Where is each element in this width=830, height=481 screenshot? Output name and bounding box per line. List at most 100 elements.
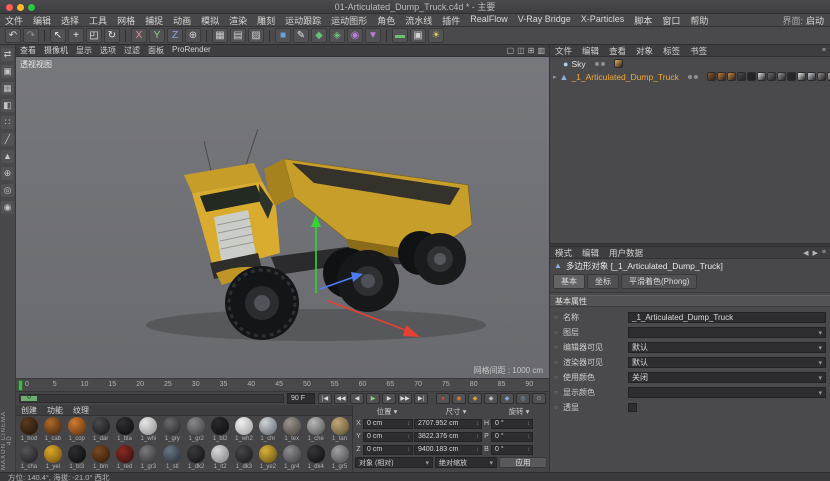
panel-options-icon[interactable]: ≡ — [822, 47, 826, 54]
material-item[interactable]: 1_cha — [17, 444, 41, 472]
tab-basic[interactable]: 基本 — [553, 274, 585, 289]
environment-icon[interactable]: ▬ — [392, 28, 408, 43]
key-dot[interactable]: ○ — [554, 345, 560, 351]
material-preview-sphere[interactable] — [331, 417, 349, 435]
key-dot[interactable]: ○ — [554, 330, 560, 336]
rotation-b-field[interactable]: 0 °↕ — [491, 445, 533, 455]
move-tool-icon[interactable]: + — [68, 28, 84, 43]
attribute-menu[interactable]: 模式 — [550, 247, 577, 259]
object-manager-menu[interactable]: 标签 — [658, 45, 685, 57]
apply-button[interactable]: 应用 — [499, 457, 547, 468]
object-manager-menu[interactable]: 对象 — [631, 45, 658, 57]
coordinate-system-icon[interactable]: ⊕ — [185, 28, 201, 43]
material-item[interactable]: 1_wh2 — [232, 416, 256, 444]
layer-select[interactable]: ▾ — [628, 327, 826, 338]
view-layout-single-icon[interactable]: ▢ — [507, 46, 515, 55]
object-name[interactable]: _1_Articulated_Dump_Truck — [571, 72, 678, 82]
material-preview-sphere[interactable] — [235, 445, 253, 463]
material-preview-sphere[interactable] — [259, 417, 277, 435]
texture-tag-icon[interactable] — [717, 72, 726, 81]
key-dot[interactable]: ○ — [554, 405, 560, 411]
render-region-icon[interactable]: ▤ — [230, 28, 246, 43]
goto-end-button[interactable]: ▶| — [414, 393, 428, 404]
object-manager-menu[interactable]: 查看 — [604, 45, 631, 57]
material-item[interactable]: 1_che — [304, 416, 328, 444]
subdivision-surface-icon[interactable]: ◆ — [311, 28, 327, 43]
keyframe-selection-button[interactable]: ⊙ — [532, 393, 546, 404]
texture-tag-icon[interactable] — [737, 72, 746, 81]
material-preview-sphere[interactable] — [92, 445, 110, 463]
menubar-item[interactable]: 动画 — [168, 14, 196, 27]
mograph-icon[interactable]: ◉ — [347, 28, 363, 43]
material-item[interactable]: 1_cab — [41, 416, 65, 444]
redo-icon[interactable]: ↷ — [23, 28, 39, 43]
visibility-dot-renderer[interactable] — [694, 75, 698, 79]
material-preview-sphere[interactable] — [44, 445, 62, 463]
interface-selector[interactable]: 界面: 启动 — [782, 14, 830, 27]
position-x-field[interactable]: 0 cm↕ — [363, 419, 413, 429]
viewport-menu[interactable]: 查看 — [16, 45, 40, 56]
material-menu[interactable]: 纹理 — [68, 405, 94, 416]
material-item[interactable]: 1_bod — [17, 416, 41, 444]
material-preview-sphere[interactable] — [116, 445, 134, 463]
material-item[interactable]: 1_whi — [136, 416, 160, 444]
generator-icon[interactable]: ◈ — [329, 28, 345, 43]
view-label[interactable]: 透视视图 — [20, 59, 52, 70]
material-item[interactable]: 1_gr2 — [184, 416, 208, 444]
menubar-item[interactable]: 选择 — [56, 14, 84, 27]
menubar-item[interactable]: X-Particles — [576, 14, 630, 27]
visible-renderer-select[interactable]: 默认▾ — [628, 357, 826, 368]
timeline-ruler[interactable]: 05101520253035404550556065707580859095 — [16, 378, 549, 391]
menubar-item[interactable]: 工具 — [84, 14, 112, 27]
menubar-item[interactable]: 模拟 — [196, 14, 224, 27]
object-row[interactable]: ▸▲_1_Articulated_Dump_Truck — [550, 70, 830, 83]
object-name[interactable]: Sky — [571, 59, 585, 69]
key-dot[interactable]: ○ — [554, 390, 560, 396]
material-item[interactable]: 1_chr — [256, 416, 280, 444]
object-manager-menu[interactable]: 文件 — [550, 45, 577, 57]
live-selection-icon[interactable]: ↖ — [50, 28, 66, 43]
spline-pen-icon[interactable]: ✎ — [293, 28, 309, 43]
menubar-item[interactable]: 窗口 — [657, 14, 685, 27]
material-menu[interactable]: 创建 — [16, 405, 42, 416]
panel-options-icon[interactable]: ≡ — [822, 249, 826, 257]
material-item[interactable]: 1_ye2 — [256, 444, 280, 472]
material-preview-sphere[interactable] — [307, 417, 325, 435]
texture-tag-icon[interactable] — [787, 72, 796, 81]
primitive-cube-icon[interactable]: ■ — [275, 28, 291, 43]
rotate-tool-icon[interactable]: ↻ — [104, 28, 120, 43]
x-axis-lock-icon[interactable]: X — [131, 28, 147, 43]
material-item[interactable]: 1_dk4 — [304, 444, 328, 472]
timeline-slider[interactable]: 0 — [19, 394, 284, 403]
position-y-field[interactable]: 0 cm↕ — [363, 432, 413, 442]
goto-start-button[interactable]: |◀ — [318, 393, 332, 404]
material-menu[interactable]: 功能 — [42, 405, 68, 416]
prev-key-button[interactable]: ◀◀ — [334, 393, 348, 404]
stepper-icon[interactable]: ↕ — [407, 421, 410, 427]
material-preview-sphere[interactable] — [283, 445, 301, 463]
material-item[interactable]: 1_gry — [160, 416, 184, 444]
material-preview-sphere[interactable] — [92, 417, 110, 435]
material-preview-sphere[interactable] — [44, 417, 62, 435]
attribute-menu[interactable]: 用户数据 — [604, 247, 648, 259]
size-x-field[interactable]: 2707.952 cm↕ — [414, 419, 482, 429]
rotation-h-field[interactable]: 0 °↕ — [491, 419, 533, 429]
material-preview-sphere[interactable] — [307, 445, 325, 463]
material-preview-sphere[interactable] — [68, 445, 86, 463]
zoom-button[interactable] — [28, 4, 35, 11]
convert-icon[interactable]: ⇄ — [1, 48, 14, 61]
viewport-menu[interactable]: 摄像机 — [40, 45, 72, 56]
size-y-field[interactable]: 3822.376 cm↕ — [414, 432, 482, 442]
menubar-item[interactable]: 运动图形 — [326, 14, 372, 27]
tab-phong[interactable]: 平滑着色(Phong) — [621, 274, 697, 289]
visible-editor-select[interactable]: 默认▾ — [628, 342, 826, 353]
material-item[interactable]: 1_gr4 — [280, 444, 304, 472]
viewport-menu[interactable]: 选项 — [96, 45, 120, 56]
material-item[interactable]: 1_tex — [280, 416, 304, 444]
next-frame-button[interactable]: ▶ — [382, 393, 396, 404]
material-preview-sphere[interactable] — [163, 445, 181, 463]
undo-icon[interactable]: ↶ — [5, 28, 21, 43]
visibility-dot-editor[interactable] — [688, 75, 692, 79]
polygons-mode-icon[interactable]: ▲ — [1, 150, 14, 163]
material-item[interactable]: 1_brn — [89, 444, 113, 472]
